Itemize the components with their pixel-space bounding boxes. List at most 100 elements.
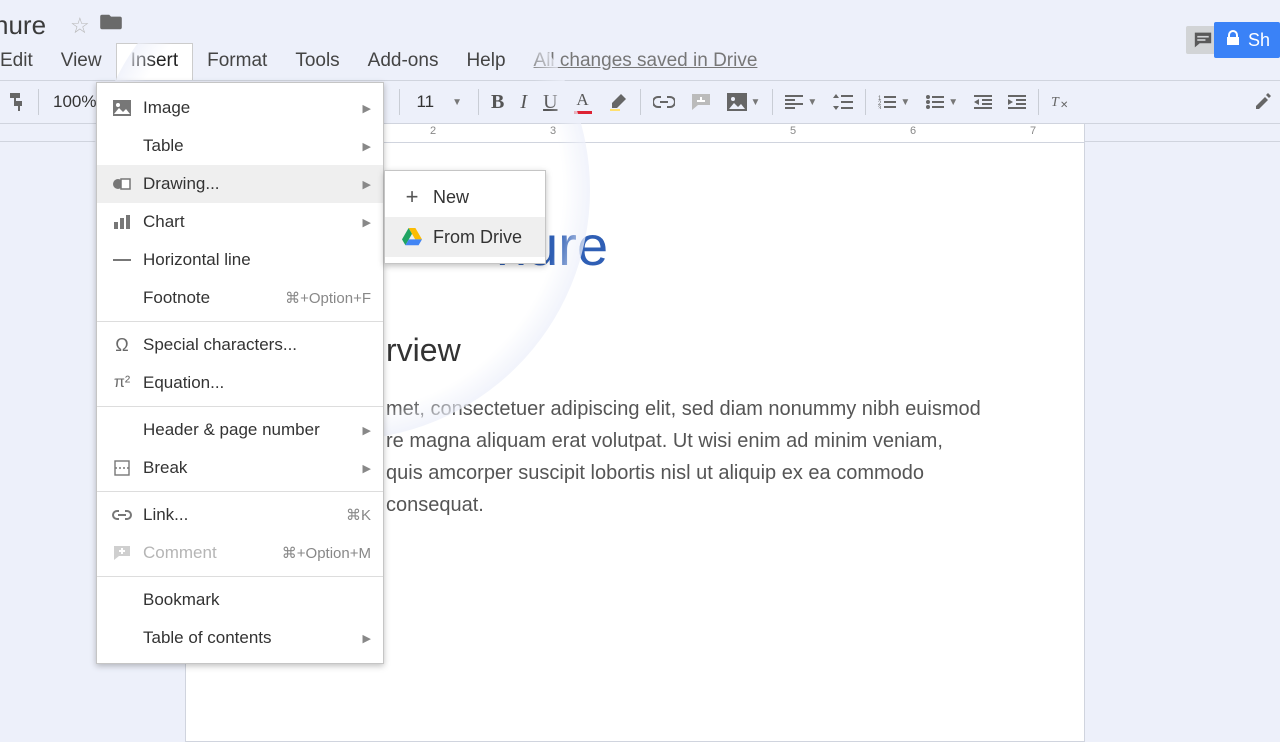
insert-equation[interactable]: π² Equation...	[97, 364, 383, 402]
menu-label: Link...	[143, 505, 346, 525]
ruler-mark: 6	[910, 125, 916, 137]
svg-text:T: T	[1051, 95, 1060, 110]
separator	[772, 89, 773, 115]
doc-heading-2: rview	[386, 332, 984, 369]
insert-special-characters[interactable]: Ω Special characters...	[97, 326, 383, 364]
chevron-down-icon: ▼	[900, 97, 910, 108]
shortcut: ⌘K	[346, 506, 371, 524]
chevron-down-icon: ▼	[948, 97, 958, 108]
menu-edit[interactable]: Edit	[0, 44, 47, 80]
numbered-list-button[interactable]: 123 ▼	[870, 81, 918, 123]
separator	[97, 321, 383, 322]
separator	[478, 89, 479, 115]
chevron-down-icon: ▼	[807, 97, 817, 108]
insert-comment-button[interactable]	[683, 81, 719, 123]
ruler-mark: 3	[550, 125, 556, 137]
chevron-right-icon: ▶	[363, 462, 371, 475]
bulleted-list-button[interactable]: ▼	[918, 81, 966, 123]
insert-image[interactable]: Image ▶	[97, 89, 383, 127]
menu-format[interactable]: Format	[193, 44, 281, 80]
italic-button[interactable]: I	[512, 81, 535, 123]
bold-button[interactable]: B	[483, 81, 512, 123]
insert-chart[interactable]: Chart ▶	[97, 203, 383, 241]
menu-label: Comment	[143, 543, 282, 563]
line-spacing-button[interactable]	[825, 81, 861, 123]
chevron-right-icon: ▶	[363, 424, 371, 437]
font-size-value: 11	[416, 92, 434, 112]
separator	[97, 491, 383, 492]
chevron-right-icon: ▶	[363, 178, 371, 191]
insert-bookmark[interactable]: Bookmark	[97, 581, 383, 619]
insert-link-button[interactable]	[645, 81, 683, 123]
menu-label: Bookmark	[143, 590, 371, 610]
drawing-new[interactable]: + New	[385, 177, 545, 217]
submenu-label: From Drive	[433, 227, 522, 248]
omega-icon: Ω	[109, 335, 135, 356]
drawing-from-drive[interactable]: From Drive	[385, 217, 545, 257]
insert-header-page-number[interactable]: Header & page number ▶	[97, 411, 383, 449]
insert-horizontal-line[interactable]: Horizontal line	[97, 241, 383, 279]
pi-icon: π²	[109, 374, 135, 392]
font-size-select[interactable]: 11 ▼	[404, 92, 474, 112]
svg-text:3: 3	[878, 106, 882, 109]
image-icon	[109, 100, 135, 116]
svg-text:✕: ✕	[1060, 100, 1068, 110]
ruler-mark: 7	[1030, 125, 1036, 137]
menu-label: Break	[143, 458, 363, 478]
chevron-right-icon: ▶	[363, 140, 371, 153]
increase-indent-button[interactable]	[1000, 81, 1034, 123]
shortcut: ⌘+Option+F	[285, 289, 371, 307]
menu-addons[interactable]: Add-ons	[354, 44, 453, 80]
insert-drawing[interactable]: Drawing... ▶	[97, 165, 383, 203]
folder-move-icon[interactable]	[100, 13, 122, 37]
chevron-down-icon: ▼	[452, 97, 462, 108]
doc-paragraph: met, consectetuer adipiscing elit, sed d…	[386, 393, 984, 521]
chevron-right-icon: ▶	[363, 102, 371, 115]
menu-label: Table of contents	[143, 628, 363, 648]
editing-mode-button[interactable]	[1246, 81, 1280, 123]
insert-break[interactable]: Break ▶	[97, 449, 383, 487]
star-icon[interactable]: ☆	[70, 13, 90, 39]
shortcut: ⌘+Option+M	[282, 544, 371, 562]
menu-label: Table	[143, 136, 363, 156]
insert-link[interactable]: Link... ⌘K	[97, 496, 383, 534]
clear-formatting-button[interactable]: T✕	[1043, 81, 1077, 123]
hline-icon	[109, 258, 135, 262]
menu-label: Special characters...	[143, 335, 371, 355]
menu-label: Image	[143, 98, 363, 118]
insert-toc[interactable]: Table of contents ▶	[97, 619, 383, 657]
insert-table[interactable]: Table ▶	[97, 127, 383, 165]
separator	[1038, 89, 1039, 115]
paint-format-icon[interactable]	[0, 81, 34, 123]
save-status[interactable]: All changes saved in Drive	[534, 50, 758, 80]
menu-help[interactable]: Help	[452, 44, 519, 80]
separator	[399, 89, 400, 115]
menu-label: Header & page number	[143, 420, 363, 440]
insert-image-button[interactable]: ▼	[719, 81, 769, 123]
menu-label: Equation...	[143, 373, 371, 393]
insert-footnote[interactable]: Footnote ⌘+Option+F	[97, 279, 383, 317]
menu-tools[interactable]: Tools	[281, 44, 353, 80]
drive-icon	[399, 228, 425, 246]
document-title[interactable]: nure	[0, 10, 46, 41]
text-color-button[interactable]: A	[566, 81, 600, 123]
highlight-button[interactable]	[600, 81, 636, 123]
menu-label: Drawing...	[143, 174, 363, 194]
ruler-mark: 2	[430, 125, 436, 137]
menu-insert[interactable]: Insert	[116, 43, 194, 80]
underline-button[interactable]: U	[535, 81, 565, 123]
comment-icon	[109, 545, 135, 561]
align-button[interactable]: ▼	[777, 81, 825, 123]
ruler-mark: 5	[790, 125, 796, 137]
drawing-submenu: + New From Drive	[384, 170, 546, 264]
menu-view[interactable]: View	[47, 44, 116, 80]
drawing-icon	[109, 176, 135, 192]
doc-heading-1: nure	[496, 213, 984, 278]
decrease-indent-button[interactable]	[966, 81, 1000, 123]
separator	[640, 89, 641, 115]
insert-dropdown: Image ▶ Table ▶ Drawing... ▶ Chart ▶ Hor…	[96, 82, 384, 664]
separator	[865, 89, 866, 115]
submenu-label: New	[433, 187, 469, 208]
menu-label: Chart	[143, 212, 363, 232]
menu-label: Footnote	[143, 288, 285, 308]
